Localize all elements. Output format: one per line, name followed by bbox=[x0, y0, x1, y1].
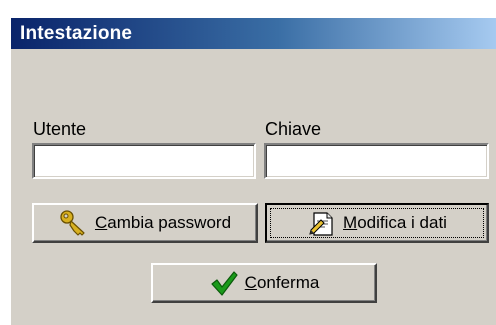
change-password-button[interactable]: Cambia password bbox=[32, 203, 258, 243]
confirm-button[interactable]: Conferma bbox=[151, 263, 377, 303]
dialog-window: Intestazione Utente Chiave Cambia passwo… bbox=[10, 17, 496, 325]
key-label: Chiave bbox=[265, 119, 322, 139]
edit-data-button[interactable]: Modifica i dati bbox=[265, 203, 489, 243]
key-icon bbox=[59, 208, 89, 238]
confirm-label: Conferma bbox=[244, 273, 320, 292]
window-title: Intestazione bbox=[20, 23, 133, 44]
change-password-label: Cambia password bbox=[94, 213, 232, 232]
title-bar[interactable]: Intestazione bbox=[11, 18, 496, 49]
key-field[interactable] bbox=[264, 143, 489, 179]
user-label: Utente bbox=[33, 119, 87, 139]
edit-document-icon bbox=[307, 208, 337, 238]
edit-data-label: Modifica i dati bbox=[343, 213, 447, 232]
user-field[interactable] bbox=[32, 143, 256, 179]
checkmark-icon bbox=[209, 268, 239, 298]
